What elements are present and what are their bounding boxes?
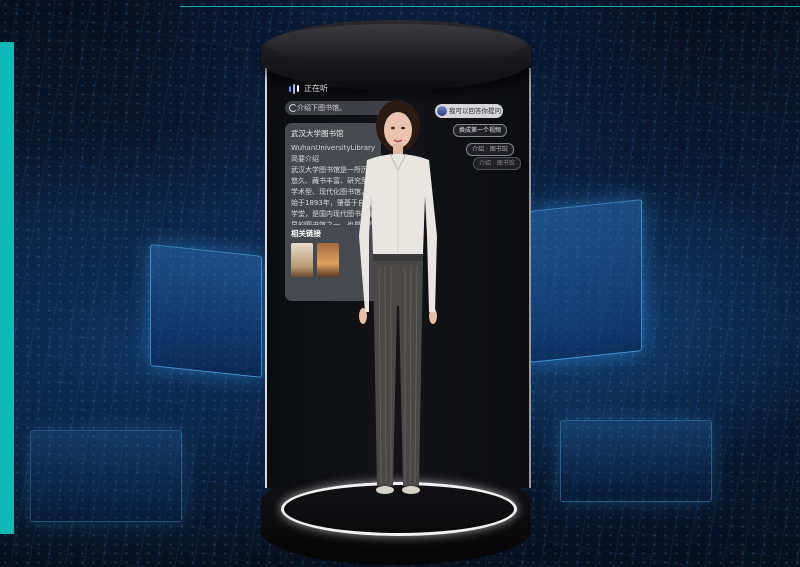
capsule-top	[261, 20, 531, 90]
glowing-chip	[530, 199, 642, 363]
prompt-text: 介绍下图书馆。	[297, 104, 346, 112]
listening-status: 正在听	[289, 83, 328, 94]
glowing-chip	[30, 430, 182, 522]
suggestion-chip[interactable]: 介绍 · 图书馆	[466, 143, 514, 156]
glowing-chip	[560, 420, 712, 502]
status-text: 正在听	[304, 84, 328, 93]
digital-human-avatar	[359, 100, 437, 494]
left-accent-bar	[0, 42, 14, 534]
background-scene: 正在听 介绍下图书馆。 武汉大学图书馆 WuhanUniversityLibra…	[0, 0, 800, 567]
suggestion-chip[interactable]: 介绍 · 图书馆	[473, 157, 521, 170]
hologram-capsule: 正在听 介绍下图书馆。 武汉大学图书馆 WuhanUniversityLibra…	[261, 20, 531, 565]
refresh-icon	[289, 104, 297, 112]
thumbnail-image[interactable]	[291, 243, 313, 277]
thumbnail-image[interactable]	[317, 243, 339, 277]
top-accent-line	[180, 0, 800, 7]
glowing-chip	[150, 244, 262, 378]
voice-wave-icon	[289, 83, 299, 94]
reply-text: 我可以回答你提问	[449, 107, 501, 115]
suggestion-chip[interactable]: 换成第一个视频	[453, 124, 508, 137]
